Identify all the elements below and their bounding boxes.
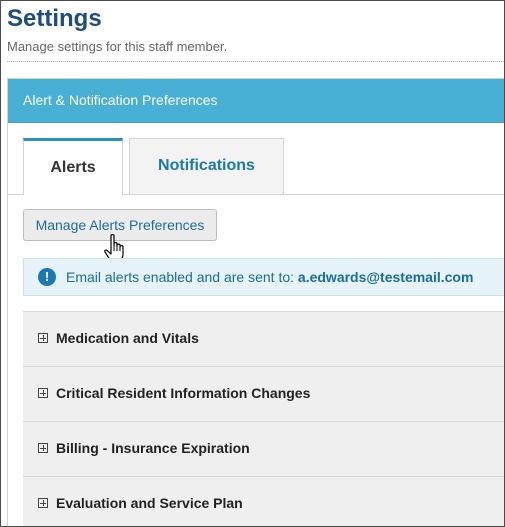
alert-message: Email alerts enabled and are sent to: a.… <box>66 259 473 295</box>
accordion-item-label: Billing - Insurance Expiration <box>56 440 250 456</box>
alerts-accordion: Medication and Vitals Critical Resident … <box>23 311 504 526</box>
alert-message-text: Email alerts enabled and are sent to: <box>66 269 295 285</box>
tab-alerts[interactable]: Alerts <box>23 138 123 195</box>
accordion-item-medication-vitals[interactable]: Medication and Vitals <box>23 311 504 366</box>
accordion-item-critical-resident-info[interactable]: Critical Resident Information Changes <box>23 366 504 421</box>
panel-header: Alert & Notification Preferences <box>8 79 504 123</box>
accordion-item-label: Evaluation and Service Plan <box>56 495 243 511</box>
accordion-item-label: Critical Resident Information Changes <box>56 385 311 401</box>
alert-email: a.edwards@testemail.com <box>297 269 474 285</box>
info-circle-icon: ! <box>38 268 56 286</box>
page-title: Settings <box>7 5 102 32</box>
email-alert-info-banner: ! Email alerts enabled and are sent to: … <box>23 258 504 296</box>
expand-plus-icon <box>38 333 48 343</box>
expand-plus-icon <box>38 498 48 508</box>
accordion-item-billing-insurance[interactable]: Billing - Insurance Expiration <box>23 421 504 476</box>
divider <box>7 61 504 62</box>
page-subtitle: Manage settings for this staff member. <box>7 39 228 54</box>
alert-notification-panel: Alert & Notification Preferences Alerts … <box>7 78 504 526</box>
settings-window: Settings Manage settings for this staff … <box>0 0 505 527</box>
tab-notifications[interactable]: Notifications <box>129 138 284 194</box>
accordion-item-evaluation-service-plan[interactable]: Evaluation and Service Plan <box>23 476 504 526</box>
expand-plus-icon <box>38 388 48 398</box>
expand-plus-icon <box>38 443 48 453</box>
accordion-item-label: Medication and Vitals <box>56 330 199 346</box>
